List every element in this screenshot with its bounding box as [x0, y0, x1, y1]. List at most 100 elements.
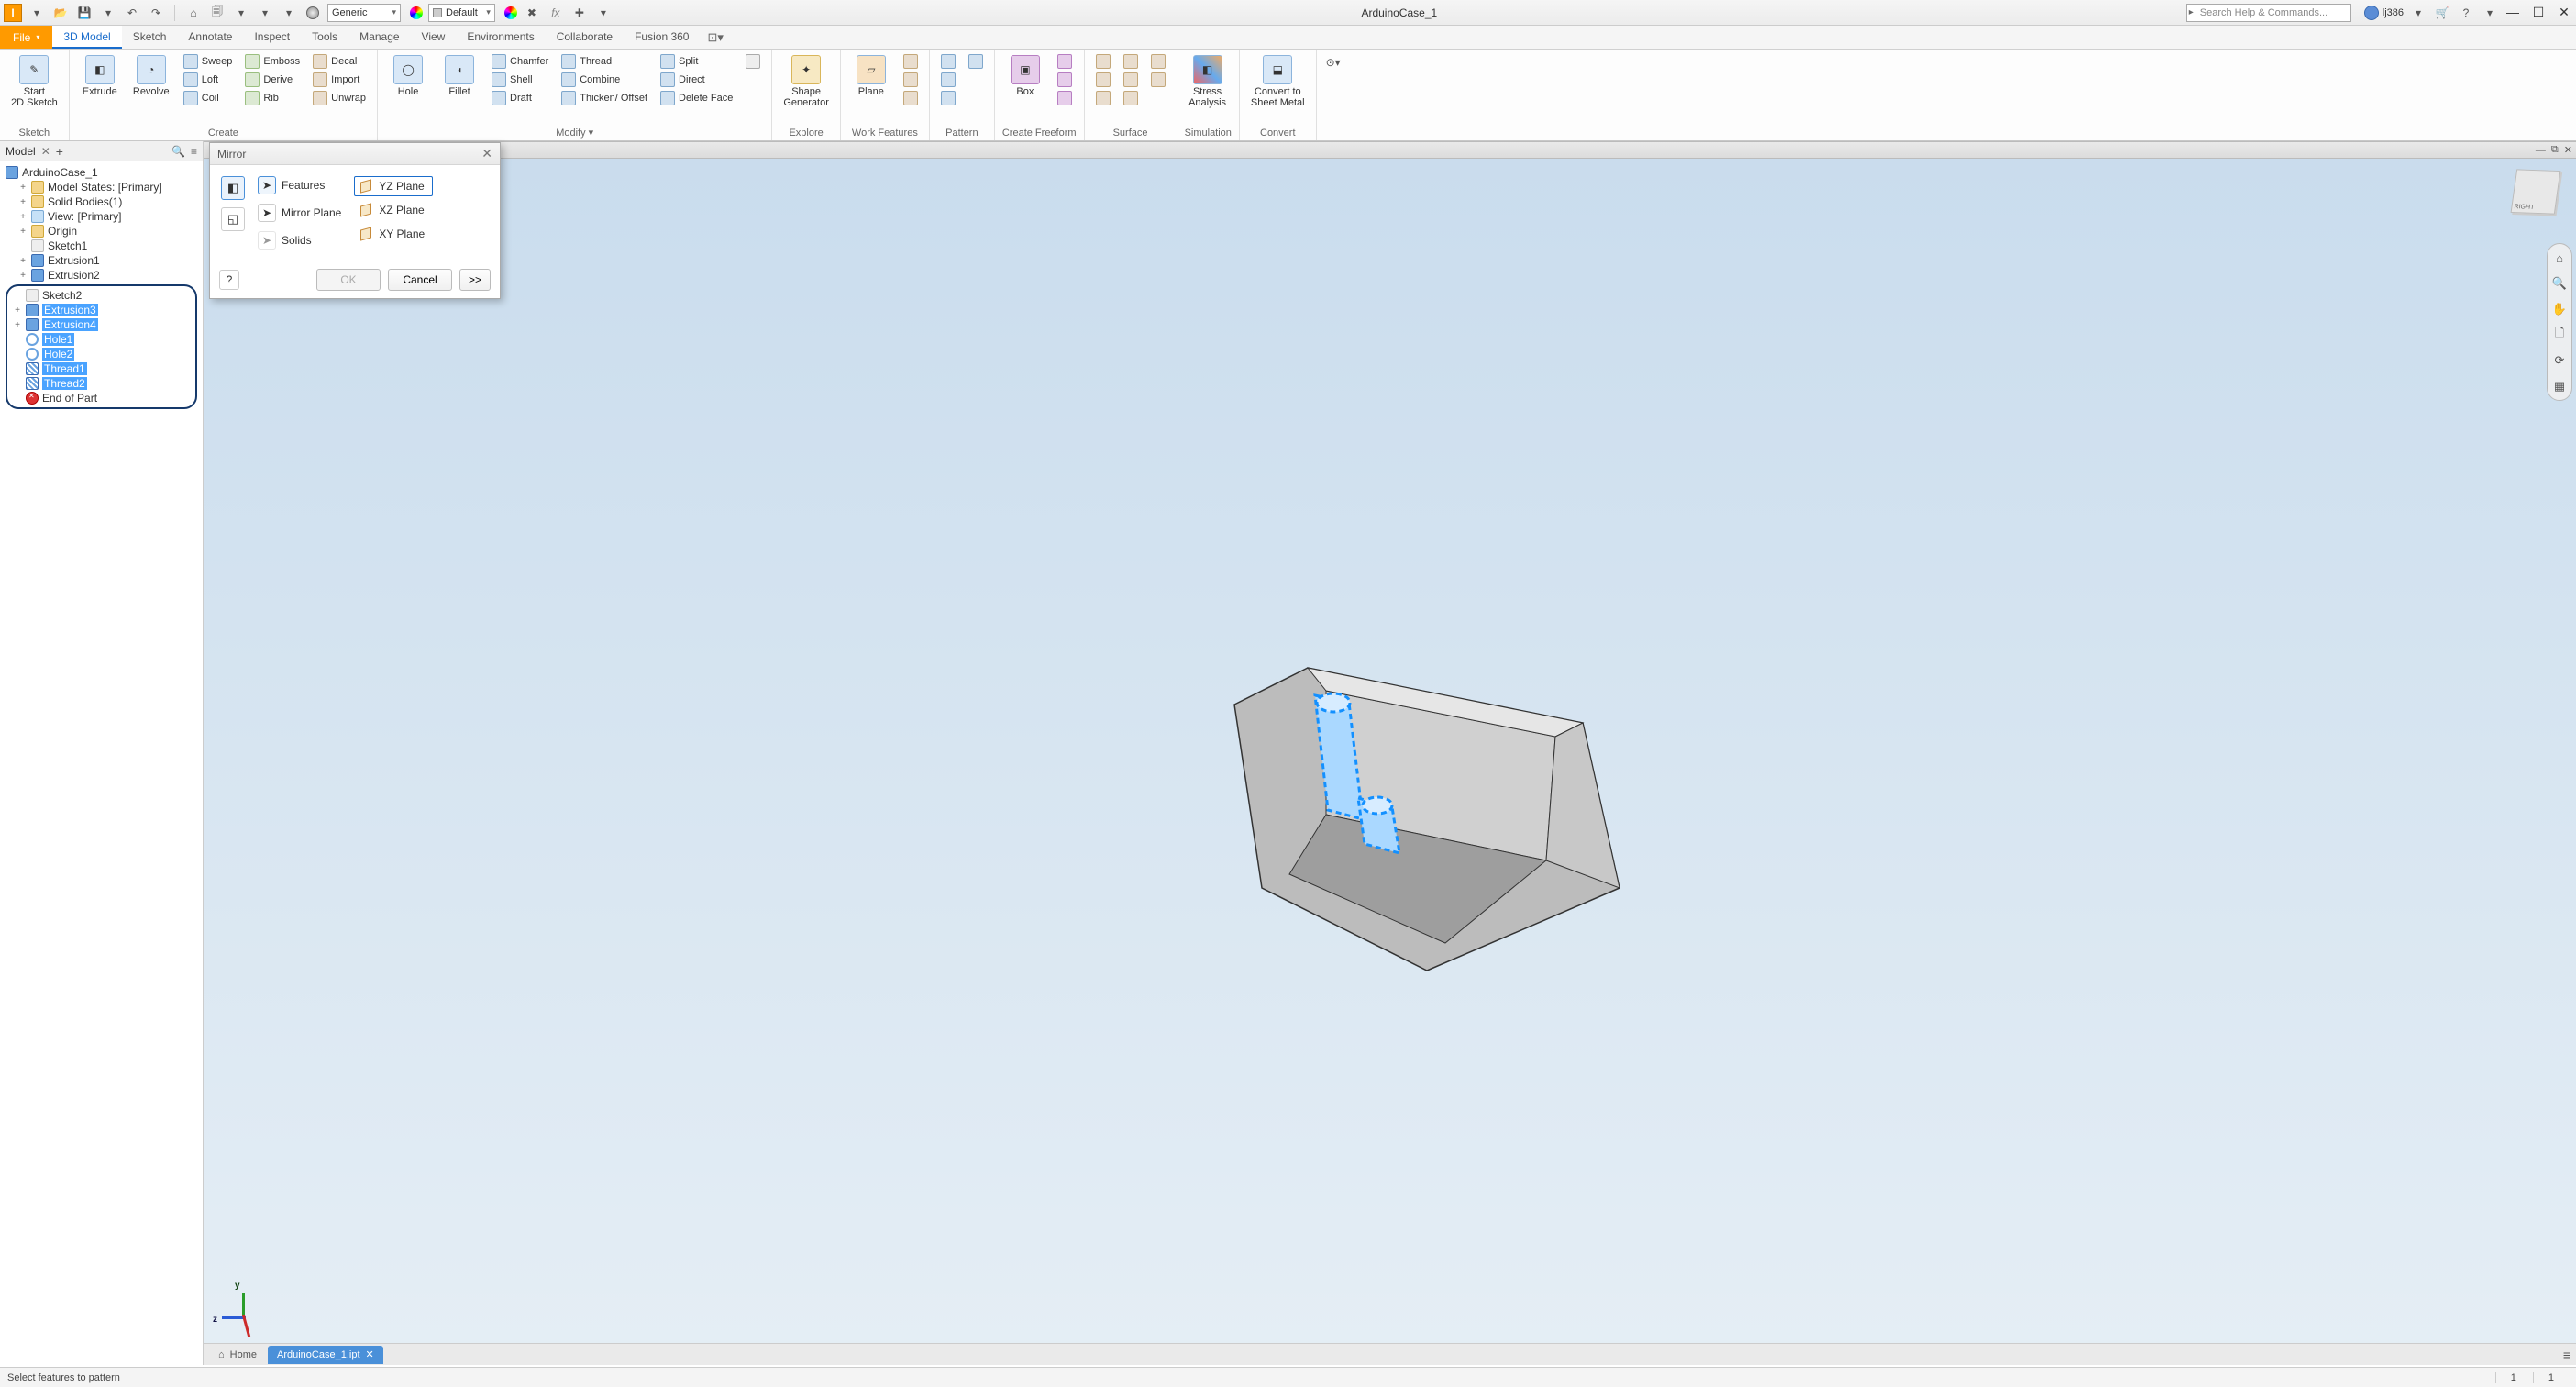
tree-endofpart[interactable]: End of Part — [7, 391, 195, 405]
search-input[interactable]: Search Help & Commands... — [2186, 4, 2351, 22]
appearance-combo[interactable]: Generic — [327, 4, 401, 22]
help-dropdown-icon[interactable]: ▾ — [2481, 4, 2499, 22]
thicken-button[interactable]: Thicken/ Offset — [558, 90, 651, 106]
measure-icon-button[interactable] — [742, 53, 764, 70]
axis-button[interactable] — [900, 53, 922, 70]
mirror-body-tab-button[interactable]: ◱ — [221, 207, 245, 231]
expand-icon[interactable]: + — [18, 271, 28, 281]
cancel-button[interactable]: Cancel — [388, 269, 452, 291]
tree-thread2[interactable]: Thread2 — [7, 376, 195, 391]
redo-icon[interactable]: ↷ — [147, 4, 165, 22]
tab-annotate[interactable]: Annotate — [177, 26, 243, 49]
select-mirror-plane-button[interactable]: ➤Mirror Plane — [258, 204, 341, 222]
cart-icon[interactable]: 🛒 — [2433, 4, 2451, 22]
surf3-button[interactable] — [1092, 90, 1114, 106]
dialog-help-button[interactable]: ? — [219, 270, 239, 290]
tab-3d-model[interactable]: 3D Model — [52, 26, 121, 49]
plane-option-xy[interactable]: XY Plane — [354, 224, 433, 244]
maximize-button[interactable]: ☐ — [2530, 5, 2547, 20]
chamfer-button[interactable]: Chamfer — [488, 53, 552, 70]
ff1-button[interactable] — [1054, 53, 1076, 70]
vp-close-icon[interactable]: ✕ — [2564, 144, 2572, 156]
rectangular-pattern-button[interactable] — [937, 53, 959, 70]
search-tree-icon[interactable]: 🔍 — [171, 145, 185, 158]
clear-override-icon[interactable]: ✖ — [523, 4, 541, 22]
file-tab[interactable]: File — [0, 26, 52, 49]
tab-tools[interactable]: Tools — [301, 26, 348, 49]
mirror-features-tab-button[interactable]: ◧ — [221, 176, 245, 200]
select-solids-button[interactable]: ➤Solids — [258, 231, 341, 250]
color-wheel2-icon[interactable] — [504, 6, 517, 19]
direct-button[interactable]: Direct — [657, 72, 736, 88]
expand-icon[interactable]: + — [18, 227, 28, 237]
nav-zoom-icon[interactable]: 🔍 — [2551, 275, 2568, 292]
revolve-button[interactable]: ◔Revolve — [128, 53, 174, 99]
tree-thread1[interactable]: Thread1 — [7, 361, 195, 376]
qat-dropdown-icon[interactable]: ▾ — [594, 4, 613, 22]
viewport[interactable]: — ⧉ ✕ RIGHT ⌂ 🔍 ✋ 🗋 ⟳ ▦ — [204, 141, 2576, 1365]
group-label-modify[interactable]: Modify ▾ — [385, 125, 764, 139]
expand-icon[interactable]: + — [13, 320, 22, 330]
update-icon[interactable]: ▾ — [256, 4, 274, 22]
save-dropdown-icon[interactable]: ▾ — [99, 4, 117, 22]
tree-extrusion2[interactable]: +Extrusion2 — [0, 268, 203, 283]
thread-button[interactable]: Thread — [558, 53, 651, 70]
color-wheel-icon[interactable] — [410, 6, 423, 19]
tree-origin[interactable]: +Origin — [0, 224, 203, 239]
tree-root[interactable]: ArduinoCase_1 — [0, 165, 203, 180]
start-2d-sketch-button[interactable]: ✎Start 2D Sketch — [7, 53, 61, 110]
material-combo[interactable]: Default — [428, 4, 495, 22]
tree-solidbodies[interactable]: +Solid Bodies(1) — [0, 194, 203, 209]
expand-icon[interactable]: + — [13, 305, 22, 316]
tree-view[interactable]: +View: [Primary] — [0, 209, 203, 224]
vp-restore-icon[interactable]: ⧉ — [2551, 144, 2559, 156]
signin-dropdown-icon[interactable]: ▾ — [2409, 4, 2427, 22]
ribbon-expand-icon[interactable]: ⊙▾ — [1324, 53, 1343, 72]
emboss-button[interactable]: Emboss — [241, 53, 304, 70]
assembly-icon[interactable]: ▾ — [232, 4, 250, 22]
unwrap-button[interactable]: Unwrap — [309, 90, 370, 106]
view-cube[interactable]: RIGHT — [2511, 169, 2561, 214]
tree-hole1[interactable]: Hole1 — [7, 332, 195, 347]
sketch-driven-button[interactable] — [937, 90, 959, 106]
tree-extrusion1[interactable]: +Extrusion1 — [0, 253, 203, 268]
mirror-pattern-button[interactable] — [965, 53, 987, 70]
coil-button[interactable]: Coil — [180, 90, 237, 106]
tab-collaborate[interactable]: Collaborate — [546, 26, 624, 49]
ok-button[interactable]: OK — [316, 269, 381, 291]
ff3-button[interactable] — [1054, 90, 1076, 106]
home-tab[interactable]: ⌂ Home — [209, 1346, 266, 1364]
plane-button[interactable]: ▱Plane — [848, 53, 894, 99]
tab-view[interactable]: View — [411, 26, 457, 49]
nav-lookat-icon[interactable]: 🗋 — [2551, 327, 2568, 343]
fillet-button[interactable]: ◖Fillet — [437, 53, 482, 99]
box-button[interactable]: ▣Box — [1002, 53, 1048, 99]
close-button[interactable]: ✕ — [2556, 5, 2572, 20]
tab-manage[interactable]: Manage — [348, 26, 410, 49]
new-doc-icon[interactable]: ▾ — [28, 4, 46, 22]
minimize-button[interactable]: — — [2504, 5, 2521, 20]
nav-fullnav-icon[interactable]: ▦ — [2551, 378, 2568, 394]
tree-modelstates[interactable]: +Model States: [Primary] — [0, 180, 203, 194]
tree-extrusion3[interactable]: +Extrusion3 — [7, 303, 195, 317]
model-browser-title[interactable]: Model — [6, 145, 36, 158]
ucs-button[interactable] — [900, 90, 922, 106]
select-icon[interactable]: ▾ — [280, 4, 298, 22]
nav-orbit-icon[interactable]: ⟳ — [2551, 352, 2568, 369]
point-button[interactable] — [900, 72, 922, 88]
close-doc-icon[interactable]: ✕ — [366, 1348, 374, 1360]
expand-icon[interactable]: + — [18, 256, 28, 266]
dialog-close-icon[interactable]: ✕ — [481, 146, 492, 161]
select-features-button[interactable]: ➤Features — [258, 176, 341, 194]
circular-pattern-button[interactable] — [937, 72, 959, 88]
expand-icon[interactable]: + — [18, 183, 28, 193]
surf6-button[interactable] — [1120, 90, 1142, 106]
filter-tree-icon[interactable]: ≡ — [191, 145, 197, 158]
expand-icon[interactable]: + — [18, 212, 28, 222]
extrude-button[interactable]: ◧Extrude — [77, 53, 123, 99]
tab-environments[interactable]: Environments — [456, 26, 545, 49]
derive-button[interactable]: Derive — [241, 72, 304, 88]
import-button[interactable]: Import — [309, 72, 370, 88]
ribbon-appearance-toggle-icon[interactable]: ⊡▾ — [707, 26, 723, 49]
fx-icon[interactable]: fx — [547, 4, 565, 22]
